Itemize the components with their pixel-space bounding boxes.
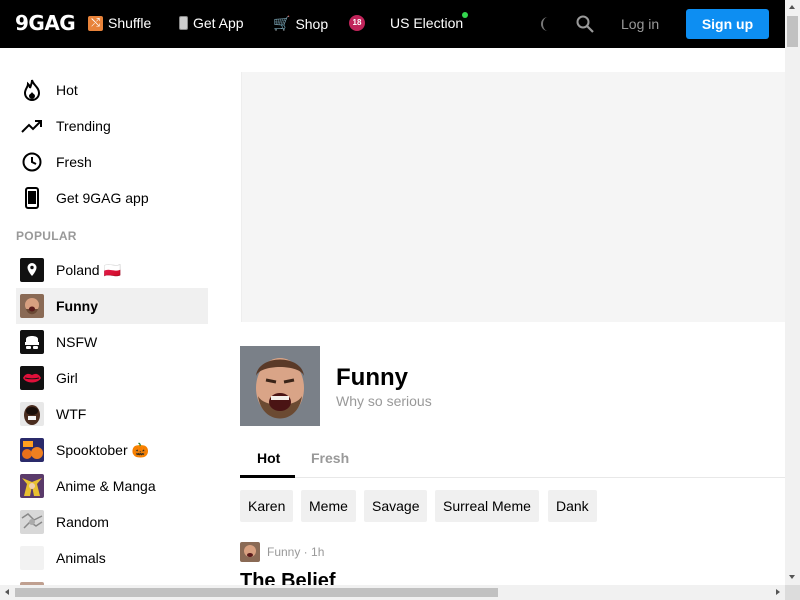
nav-shuffle[interactable]: ⤭ Shuffle: [88, 15, 151, 31]
ad-placeholder: [241, 72, 785, 322]
cart-icon: 🛒: [273, 15, 291, 31]
clock-icon: [20, 150, 44, 174]
nav-shop-label: Shop: [295, 15, 329, 32]
horizontal-scroll-thumb[interactable]: [15, 588, 498, 597]
lips-icon: [20, 366, 44, 390]
nav-shuffle-label: Shuffle: [108, 15, 152, 31]
nav-nsfw[interactable]: 18: [349, 15, 365, 31]
section-title: Funny: [336, 364, 408, 391]
sidebar-item-label: Spooktober 🎃: [56, 441, 149, 458]
sidebar-item-animals[interactable]: Animals: [16, 540, 208, 576]
sidebar-item-label: NSFW: [56, 334, 98, 350]
fire-icon: [20, 78, 44, 102]
animals-thumb-icon: [20, 546, 44, 570]
tag-dank[interactable]: Dank: [548, 490, 597, 522]
nsfw-18-icon: 18: [349, 15, 365, 31]
dark-mode-icon[interactable]: [539, 16, 555, 32]
spooktober-thumb-icon: [20, 438, 44, 462]
sidebar-item-label: Anime & Manga: [56, 478, 156, 494]
sidebar-item-spooktober[interactable]: Spooktober 🎃: [16, 432, 208, 468]
sidebar-item-label: Fresh: [56, 154, 92, 170]
scroll-up-icon[interactable]: [789, 5, 795, 9]
sidebar-item-funny[interactable]: Funny: [16, 288, 208, 324]
scroll-down-icon[interactable]: [789, 575, 795, 579]
trending-icon: [20, 114, 44, 138]
active-tab-indicator: [240, 475, 295, 478]
sidebar-item-trending[interactable]: Trending: [16, 108, 208, 144]
logo[interactable]: 9GAG: [15, 11, 76, 35]
vertical-scroll-thumb[interactable]: [787, 16, 798, 47]
shuffle-icon: ⤭: [88, 15, 103, 31]
section-description: Why so serious: [336, 393, 432, 409]
horizontal-scrollbar[interactable]: [0, 585, 785, 600]
sidebar-item-label: Random: [56, 514, 109, 530]
sidebar-item-anime[interactable]: Anime & Manga: [16, 468, 208, 504]
random-thumb-icon: [20, 510, 44, 534]
anime-thumb-icon: [20, 474, 44, 498]
nav-get-app[interactable]: Get App: [179, 15, 244, 31]
sidebar-item-hot[interactable]: Hot: [16, 72, 208, 108]
phone-icon: [20, 186, 44, 210]
search-icon[interactable]: [576, 15, 594, 33]
post-meta: Funny · 1h: [267, 545, 325, 559]
login-link[interactable]: Log in: [621, 16, 659, 32]
sidebar-item-label: Trending: [56, 118, 111, 134]
nav-us-election-label: US Election: [390, 12, 469, 31]
signup-button[interactable]: Sign up: [686, 9, 769, 39]
post-section-avatar[interactable]: [240, 542, 260, 562]
section-avatar: [240, 346, 320, 426]
tag-savage[interactable]: Savage: [364, 490, 428, 522]
sidebar-item-label: WTF: [56, 406, 87, 422]
nsfw-icon: [20, 330, 44, 354]
sidebar-item-girl[interactable]: Girl: [16, 360, 208, 396]
live-dot-icon: [462, 12, 469, 18]
sidebar: Hot Trending Fresh Get 9GAG app POPULAR …: [0, 48, 224, 585]
nav-shop[interactable]: 🛒 Shop: [273, 15, 328, 32]
sidebar-item-nsfw[interactable]: NSFW: [16, 324, 208, 360]
phone-icon: [179, 16, 188, 30]
vertical-scrollbar[interactable]: [785, 0, 800, 585]
scrollbar-corner: [785, 585, 800, 600]
scroll-left-icon[interactable]: [5, 589, 9, 595]
sidebar-item-label: Poland 🇵🇱: [56, 261, 121, 278]
scroll-right-icon[interactable]: [776, 589, 780, 595]
popular-section-title: POPULAR: [16, 229, 77, 243]
nav-us-election[interactable]: US Election: [390, 12, 469, 31]
nav-get-app-label: Get App: [193, 15, 244, 31]
tag-meme[interactable]: Meme: [301, 490, 356, 522]
sidebar-item-label: Hot: [56, 82, 78, 98]
top-bar: 9GAG ⤭ Shuffle Get App 🛒 Shop 18 US Elec…: [0, 0, 785, 48]
sidebar-item-wtf[interactable]: WTF: [16, 396, 208, 432]
tab-hot[interactable]: Hot: [257, 450, 280, 466]
sidebar-item-random[interactable]: Random: [16, 504, 208, 540]
sidebar-item-get-app[interactable]: Get 9GAG app: [16, 180, 208, 216]
sidebar-item-fresh[interactable]: Fresh: [16, 144, 208, 180]
sidebar-item-label: Funny: [56, 298, 98, 314]
location-icon: [20, 258, 44, 282]
tab-fresh[interactable]: Fresh: [311, 450, 349, 466]
tag-surreal-meme[interactable]: Surreal Meme: [435, 490, 539, 522]
tag-karen[interactable]: Karen: [240, 490, 294, 522]
sidebar-item-label: Girl: [56, 370, 78, 386]
sidebar-item-poland[interactable]: Poland 🇵🇱: [16, 252, 208, 288]
sidebar-item-label: Animals: [56, 550, 106, 566]
sidebar-item-label: Get 9GAG app: [56, 190, 149, 206]
sidebar-item-partial[interactable]: [16, 576, 208, 585]
wtf-thumb-icon: [20, 402, 44, 426]
section-tabs: Hot Fresh: [240, 440, 785, 478]
funny-thumb-icon: [20, 294, 44, 318]
